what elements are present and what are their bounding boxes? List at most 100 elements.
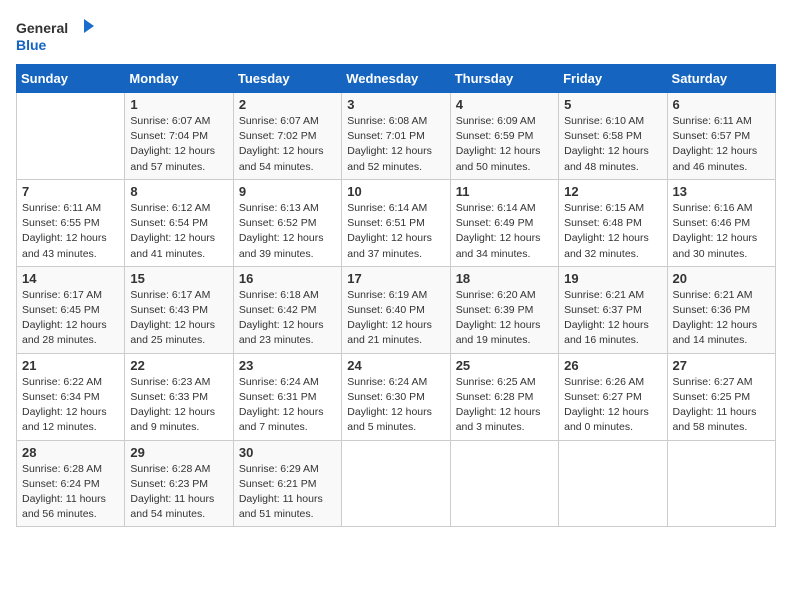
calendar-cell: 28 Sunrise: 6:28 AMSunset: 6:24 PMDayligh… xyxy=(17,440,125,527)
calendar-cell: 27 Sunrise: 6:27 AMSunset: 6:25 PMDayligh… xyxy=(667,353,775,440)
day-number: 29 xyxy=(130,445,227,460)
calendar-cell: 10Sunrise: 6:14 AMSunset: 6:51 PMDayligh… xyxy=(342,179,450,266)
day-info: Sunrise: 6:18 AMSunset: 6:42 PMDaylight:… xyxy=(239,288,336,349)
day-info: Sunrise: 6:28 AMSunset: 6:24 PMDaylight:… xyxy=(22,462,119,523)
brand-svg: General Blue xyxy=(16,16,96,56)
calendar-cell xyxy=(17,93,125,180)
day-info: Sunrise: 6:15 AMSunset: 6:48 PMDaylight:… xyxy=(564,201,661,262)
day-number: 12 xyxy=(564,184,661,199)
day-number: 20 xyxy=(673,271,770,286)
day-number: 2 xyxy=(239,97,336,112)
weekday-header-tuesday: Tuesday xyxy=(233,65,341,93)
day-number: 27 xyxy=(673,358,770,373)
day-number: 23 xyxy=(239,358,336,373)
day-number: 13 xyxy=(673,184,770,199)
calendar-cell: 13 Sunrise: 6:16 AMSunset: 6:46 PMDayligh… xyxy=(667,179,775,266)
calendar-header-row: SundayMondayTuesdayWednesdayThursdayFrid… xyxy=(17,65,776,93)
day-number: 1 xyxy=(130,97,227,112)
svg-text:Blue: Blue xyxy=(16,37,47,53)
calendar-cell: 12 Sunrise: 6:15 AMSunset: 6:48 PMDayligh… xyxy=(559,179,667,266)
day-number: 14 xyxy=(22,271,119,286)
day-info: Sunrise: 6:29 AMSunset: 6:21 PMDaylight:… xyxy=(239,462,336,523)
day-info: Sunrise: 6:27 AMSunset: 6:25 PMDaylight:… xyxy=(673,375,770,436)
day-info: Sunrise: 6:23 AMSunset: 6:33 PMDaylight:… xyxy=(130,375,227,436)
day-number: 30 xyxy=(239,445,336,460)
day-number: 18 xyxy=(456,271,553,286)
day-info: Sunrise: 6:10 AMSunset: 6:58 PMDaylight:… xyxy=(564,114,661,175)
calendar-cell: 3 Sunrise: 6:08 AMSunset: 7:01 PMDaylight… xyxy=(342,93,450,180)
calendar-cell: 19 Sunrise: 6:21 AMSunset: 6:37 PMDayligh… xyxy=(559,266,667,353)
day-number: 3 xyxy=(347,97,444,112)
weekday-header-monday: Monday xyxy=(125,65,233,93)
day-info: Sunrise: 6:28 AMSunset: 6:23 PMDaylight:… xyxy=(130,462,227,523)
calendar-cell: 2 Sunrise: 6:07 AMSunset: 7:02 PMDaylight… xyxy=(233,93,341,180)
page-header: General Blue xyxy=(16,16,776,56)
calendar-cell: 1 Sunrise: 6:07 AMSunset: 7:04 PMDaylight… xyxy=(125,93,233,180)
day-number: 24 xyxy=(347,358,444,373)
calendar-cell: 15Sunrise: 6:17 AMSunset: 6:43 PMDayligh… xyxy=(125,266,233,353)
day-number: 17 xyxy=(347,271,444,286)
day-info: Sunrise: 6:14 AMSunset: 6:51 PMDaylight:… xyxy=(347,201,444,262)
day-number: 16 xyxy=(239,271,336,286)
weekday-header-sunday: Sunday xyxy=(17,65,125,93)
calendar-cell: 29 Sunrise: 6:28 AMSunset: 6:23 PMDayligh… xyxy=(125,440,233,527)
weekday-header-friday: Friday xyxy=(559,65,667,93)
day-number: 19 xyxy=(564,271,661,286)
day-number: 6 xyxy=(673,97,770,112)
calendar-cell: 26Sunrise: 6:26 AMSunset: 6:27 PMDayligh… xyxy=(559,353,667,440)
day-info: Sunrise: 6:13 AMSunset: 6:52 PMDaylight:… xyxy=(239,201,336,262)
calendar-cell: 7 Sunrise: 6:11 AMSunset: 6:55 PMDaylight… xyxy=(17,179,125,266)
day-number: 4 xyxy=(456,97,553,112)
calendar-cell: 25 Sunrise: 6:25 AMSunset: 6:28 PMDayligh… xyxy=(450,353,558,440)
day-number: 25 xyxy=(456,358,553,373)
calendar-cell xyxy=(667,440,775,527)
day-number: 11 xyxy=(456,184,553,199)
day-info: Sunrise: 6:16 AMSunset: 6:46 PMDaylight:… xyxy=(673,201,770,262)
day-number: 5 xyxy=(564,97,661,112)
day-number: 15 xyxy=(130,271,227,286)
calendar-week-row: 7 Sunrise: 6:11 AMSunset: 6:55 PMDaylight… xyxy=(17,179,776,266)
calendar-cell: 5 Sunrise: 6:10 AMSunset: 6:58 PMDaylight… xyxy=(559,93,667,180)
calendar-week-row: 1 Sunrise: 6:07 AMSunset: 7:04 PMDaylight… xyxy=(17,93,776,180)
calendar-cell: 23 Sunrise: 6:24 AMSunset: 6:31 PMDayligh… xyxy=(233,353,341,440)
calendar-week-row: 14 Sunrise: 6:17 AMSunset: 6:45 PMDayligh… xyxy=(17,266,776,353)
day-info: Sunrise: 6:08 AMSunset: 7:01 PMDaylight:… xyxy=(347,114,444,175)
calendar-cell: 24 Sunrise: 6:24 AMSunset: 6:30 PMDayligh… xyxy=(342,353,450,440)
day-info: Sunrise: 6:12 AMSunset: 6:54 PMDaylight:… xyxy=(130,201,227,262)
calendar-table: SundayMondayTuesdayWednesdayThursdayFrid… xyxy=(16,64,776,527)
day-info: Sunrise: 6:20 AMSunset: 6:39 PMDaylight:… xyxy=(456,288,553,349)
calendar-cell xyxy=(559,440,667,527)
weekday-header-saturday: Saturday xyxy=(667,65,775,93)
day-number: 28 xyxy=(22,445,119,460)
day-info: Sunrise: 6:21 AMSunset: 6:36 PMDaylight:… xyxy=(673,288,770,349)
calendar-cell: 4Sunrise: 6:09 AMSunset: 6:59 PMDaylight… xyxy=(450,93,558,180)
day-info: Sunrise: 6:07 AMSunset: 7:04 PMDaylight:… xyxy=(130,114,227,175)
calendar-cell xyxy=(450,440,558,527)
calendar-cell: 22Sunrise: 6:23 AMSunset: 6:33 PMDayligh… xyxy=(125,353,233,440)
day-info: Sunrise: 6:11 AMSunset: 6:57 PMDaylight:… xyxy=(673,114,770,175)
logo: General Blue xyxy=(16,16,96,56)
day-info: Sunrise: 6:11 AMSunset: 6:55 PMDaylight:… xyxy=(22,201,119,262)
weekday-header-thursday: Thursday xyxy=(450,65,558,93)
calendar-cell: 30 Sunrise: 6:29 AMSunset: 6:21 PMDayligh… xyxy=(233,440,341,527)
calendar-week-row: 28 Sunrise: 6:28 AMSunset: 6:24 PMDayligh… xyxy=(17,440,776,527)
calendar-cell: 9Sunrise: 6:13 AMSunset: 6:52 PMDaylight… xyxy=(233,179,341,266)
day-info: Sunrise: 6:25 AMSunset: 6:28 PMDaylight:… xyxy=(456,375,553,436)
day-number: 8 xyxy=(130,184,227,199)
calendar-body: 1 Sunrise: 6:07 AMSunset: 7:04 PMDaylight… xyxy=(17,93,776,527)
calendar-cell: 11Sunrise: 6:14 AMSunset: 6:49 PMDayligh… xyxy=(450,179,558,266)
day-number: 21 xyxy=(22,358,119,373)
day-info: Sunrise: 6:07 AMSunset: 7:02 PMDaylight:… xyxy=(239,114,336,175)
day-info: Sunrise: 6:26 AMSunset: 6:27 PMDaylight:… xyxy=(564,375,661,436)
calendar-cell: 20 Sunrise: 6:21 AMSunset: 6:36 PMDayligh… xyxy=(667,266,775,353)
day-info: Sunrise: 6:21 AMSunset: 6:37 PMDaylight:… xyxy=(564,288,661,349)
svg-text:General: General xyxy=(16,20,68,36)
day-info: Sunrise: 6:17 AMSunset: 6:45 PMDaylight:… xyxy=(22,288,119,349)
day-info: Sunrise: 6:24 AMSunset: 6:30 PMDaylight:… xyxy=(347,375,444,436)
calendar-cell: 8 Sunrise: 6:12 AMSunset: 6:54 PMDaylight… xyxy=(125,179,233,266)
day-info: Sunrise: 6:24 AMSunset: 6:31 PMDaylight:… xyxy=(239,375,336,436)
day-number: 7 xyxy=(22,184,119,199)
calendar-cell: 6 Sunrise: 6:11 AMSunset: 6:57 PMDaylight… xyxy=(667,93,775,180)
weekday-header-wednesday: Wednesday xyxy=(342,65,450,93)
calendar-cell xyxy=(342,440,450,527)
